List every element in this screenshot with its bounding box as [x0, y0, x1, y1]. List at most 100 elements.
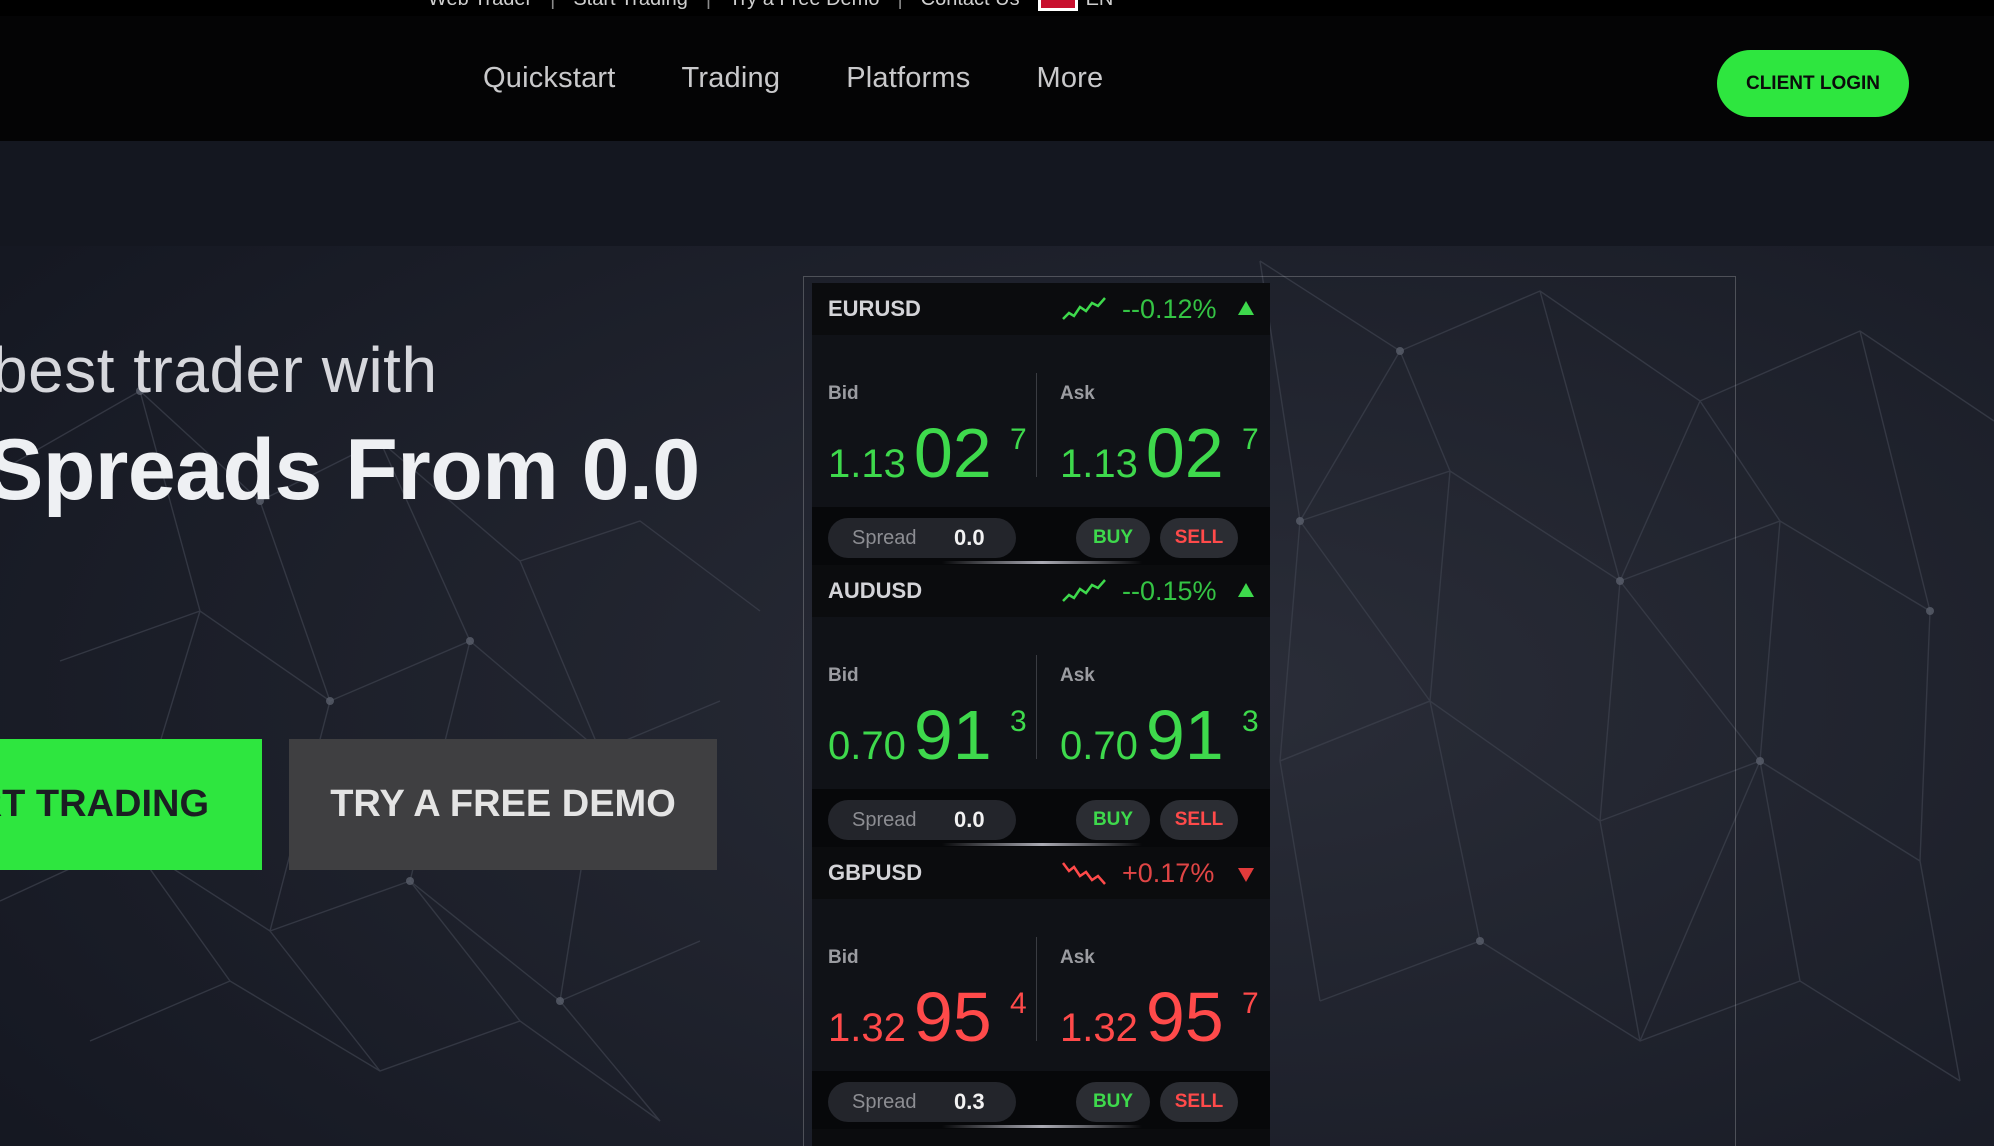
arrow-up-icon [1238, 583, 1254, 597]
ask-label: Ask [1060, 665, 1095, 686]
card-divider-glow [942, 561, 1142, 564]
bid-price[interactable]: 1.32 95 [828, 977, 992, 1057]
bid-price-pip: 7 [1010, 423, 1027, 456]
util-link-contact[interactable]: Contact Us [921, 0, 1020, 11]
hero-subheading: best trader with [0, 334, 438, 406]
hero-section: best trader with Spreads From 0.0 RT TRA… [0, 141, 1994, 1146]
spread-value: 0.3 [954, 1089, 985, 1114]
ask-price-pip: 7 [1242, 987, 1259, 1020]
ask-price-small: 0.70 [1060, 724, 1138, 768]
main-nav: Quickstart Trading Platforms More CLIENT… [0, 16, 1994, 141]
ask-price-pip: 7 [1242, 423, 1259, 456]
separator: | [550, 0, 555, 11]
quote-footer: Spread 0.0 BUY SELL [812, 507, 1270, 565]
bid-block: Bid 0.70 91 3 [828, 665, 1027, 774]
separator: | [706, 0, 711, 11]
bid-price-small: 1.13 [828, 442, 906, 486]
spread-label: Spread [852, 527, 917, 549]
sparkline-down-icon [1062, 862, 1106, 885]
nav-item-platforms[interactable]: Platforms [846, 62, 970, 95]
quote-prices: Bid 1.32 95 4 Ask 1.32 95 7 [812, 899, 1270, 1071]
bid-price-pip: 4 [1010, 987, 1027, 1020]
bid-block: Bid 1.32 95 4 [828, 947, 1027, 1056]
quote-header [812, 1129, 1270, 1146]
bid-label: Bid [828, 383, 859, 404]
uk-flag-icon[interactable] [1037, 0, 1078, 11]
quote-footer: Spread 0.3 BUY SELL [812, 1071, 1270, 1129]
spread-value: 0.0 [954, 525, 985, 550]
bid-price-small: 0.70 [828, 724, 906, 768]
arrow-down-icon [1238, 868, 1254, 882]
quote-card-gbpusd: GBPUSD +0.17% Bid 1.32 95 4 Ask 1.32 95 … [812, 847, 1270, 1129]
price-divider [1036, 937, 1037, 1041]
nav-item-quickstart[interactable]: Quickstart [483, 62, 616, 95]
buy-button[interactable]: BUY [1076, 518, 1150, 558]
ask-price[interactable]: 1.13 02 [1060, 413, 1224, 493]
bid-price[interactable]: 1.13 02 [828, 413, 992, 493]
spread-pill: Spread 0.0 [828, 800, 1016, 840]
quote-card-audusd: AUDUSD --0.15% Bid 0.70 91 3 Ask 0.70 91… [812, 565, 1270, 847]
sparkline-up-icon [1062, 297, 1106, 320]
util-link-free-demo[interactable]: Try a Free Demo [729, 0, 879, 11]
ask-price-big: 91 [1145, 696, 1224, 774]
quote-header: EURUSD --0.12% [812, 283, 1270, 335]
sell-button[interactable]: SELL [1160, 800, 1238, 840]
nav-item-trading[interactable]: Trading [682, 62, 781, 95]
price-divider [1036, 373, 1037, 477]
ask-price-pip: 3 [1242, 705, 1259, 738]
ask-price-big: 02 [1145, 414, 1224, 492]
ask-block: Ask 1.32 95 7 [1060, 947, 1259, 1056]
bid-price[interactable]: 0.70 91 [828, 695, 992, 775]
util-link-start-trading[interactable]: Start Trading [573, 0, 688, 11]
nav-menu: Quickstart Trading Platforms More [483, 16, 1103, 141]
quote-symbol: GBPUSD [828, 860, 923, 885]
separator: | [897, 0, 902, 11]
spread-pill: Spread 0.3 [828, 1082, 1016, 1122]
quote-symbol: AUDUSD [828, 578, 923, 603]
sell-button[interactable]: SELL [1160, 1082, 1238, 1122]
quote-footer: Spread 0.0 BUY SELL [812, 789, 1270, 847]
utility-links: Web Trader | Start Trading | Try a Free … [428, 0, 1113, 11]
sparkline-up-icon [1062, 579, 1106, 602]
price-divider [1036, 655, 1037, 759]
hero-heading: Spreads From 0.0 [0, 422, 700, 518]
bid-label: Bid [828, 665, 859, 686]
language-selector[interactable]: EN [1086, 0, 1114, 11]
nav-item-more[interactable]: More [1036, 62, 1103, 95]
bid-price-big: 95 [913, 978, 992, 1056]
quote-prices: Bid 0.70 91 3 Ask 0.70 91 3 [812, 617, 1270, 789]
start-trading-button[interactable]: RT TRADING [0, 739, 262, 870]
bid-price-pip: 3 [1010, 705, 1027, 738]
spread-pill: Spread 0.0 [828, 518, 1016, 558]
card-divider-glow [942, 1125, 1142, 1128]
buy-button[interactable]: BUY [1076, 1082, 1150, 1122]
ask-price-small: 1.13 [1060, 442, 1138, 486]
spread-label: Spread [852, 1091, 917, 1113]
utility-bar: Web Trader | Start Trading | Try a Free … [0, 0, 1994, 16]
price-widget: EURUSD --0.12% Bid 1.13 02 7 Ask 1.13 02… [803, 276, 1736, 1146]
client-login-button[interactable]: CLIENT LOGIN [1717, 50, 1909, 117]
quote-symbol: EURUSD [828, 296, 921, 321]
quote-header: AUDUSD --0.15% [812, 565, 1270, 617]
ask-price-small: 1.32 [1060, 1006, 1138, 1050]
sell-button[interactable]: SELL [1160, 518, 1238, 558]
ask-block: Ask 0.70 91 3 [1060, 665, 1259, 774]
arrow-up-icon [1238, 301, 1254, 315]
card-divider-glow [942, 843, 1142, 846]
buy-button[interactable]: BUY [1076, 800, 1150, 840]
spread-label: Spread [852, 809, 917, 831]
ask-label: Ask [1060, 947, 1095, 968]
quote-change: --0.15% [1122, 576, 1217, 606]
bid-price-small: 1.32 [828, 1006, 906, 1050]
util-link-web-trader[interactable]: Web Trader [428, 0, 532, 11]
bid-block: Bid 1.13 02 7 [828, 383, 1027, 492]
ask-price[interactable]: 0.70 91 [1060, 695, 1224, 775]
start-trading-label: RT TRADING [0, 783, 209, 825]
ask-price[interactable]: 1.32 95 [1060, 977, 1224, 1057]
quote-change: +0.17% [1122, 858, 1215, 888]
ask-block: Ask 1.13 02 7 [1060, 383, 1259, 492]
free-demo-button[interactable]: TRY A FREE DEMO [289, 739, 717, 870]
ask-label: Ask [1060, 383, 1095, 404]
spread-value: 0.0 [954, 807, 985, 832]
quote-card-eurusd: EURUSD --0.12% Bid 1.13 02 7 Ask 1.13 02… [812, 283, 1270, 565]
